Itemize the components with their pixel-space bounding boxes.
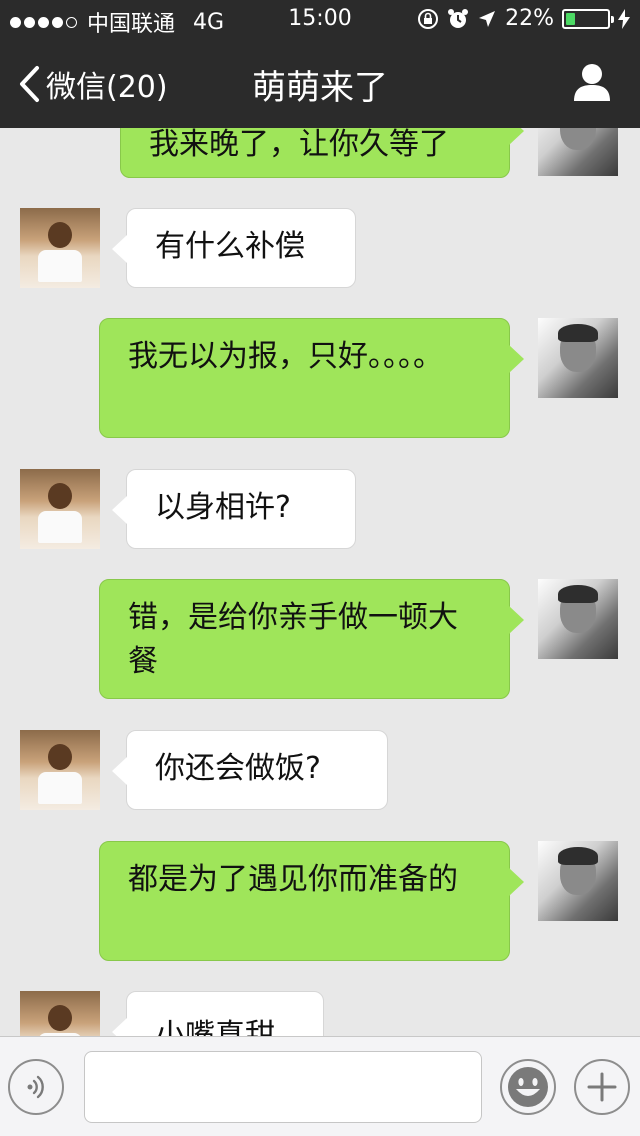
voice-icon xyxy=(27,1075,44,1099)
message-text: 我来晚了，让你久等了 xyxy=(149,128,449,162)
my-message-bubble[interactable]: 错，是给你亲手做一顿大餐 xyxy=(99,579,524,699)
friend-message-bubble[interactable]: 有什么补偿 xyxy=(112,208,356,288)
chat-title: 萌萌来了 xyxy=(252,68,388,108)
emoji-button[interactable] xyxy=(500,1059,556,1115)
message-text: 有什么补偿 xyxy=(155,229,305,264)
status-bar: 中国联通 4G 15:00 22% xyxy=(0,0,640,40)
plus-icon xyxy=(587,1072,617,1102)
my-message-bubble[interactable]: 都是为了遇见你而准备的 xyxy=(99,841,524,961)
friend-avatar[interactable] xyxy=(20,730,100,810)
battery-percent: 22% xyxy=(505,6,554,31)
friend-avatar[interactable] xyxy=(20,469,100,549)
friend-avatar[interactable] xyxy=(20,208,100,288)
profile-button[interactable] xyxy=(572,62,612,106)
orientation-lock-icon xyxy=(418,8,439,29)
friend-message-bubble[interactable]: 你还会做饭? xyxy=(112,730,388,810)
friend-message-bubble[interactable]: 以身相许? xyxy=(112,469,356,549)
message-input[interactable] xyxy=(84,1051,482,1123)
my-avatar[interactable] xyxy=(538,579,618,659)
my-message-bubble[interactable]: 我无以为报，只好。。。。 xyxy=(99,318,524,438)
status-right: 22% xyxy=(417,6,630,31)
message-text: 都是为了遇见你而准备的 xyxy=(128,862,458,897)
battery-icon xyxy=(562,8,614,29)
my-avatar[interactable] xyxy=(538,128,618,176)
friend-message-bubble[interactable]: 小嘴真甜 xyxy=(112,991,324,1036)
voice-button[interactable] xyxy=(8,1059,64,1115)
my-avatar[interactable] xyxy=(538,841,618,921)
friend-avatar[interactable] xyxy=(20,991,100,1036)
my-avatar[interactable] xyxy=(538,318,618,398)
message-text: 错，是给你亲手做一顿大餐 xyxy=(128,600,458,679)
input-bar xyxy=(0,1036,640,1136)
message-text: 以身相许? xyxy=(155,490,291,525)
message-text: 你还会做饭? xyxy=(155,751,321,786)
location-arrow-icon xyxy=(479,10,496,27)
chat-area[interactable]: 我来晚了，让你久等了 有什么补偿 我无以为报，只好。。。。 以身相许? 错，是给… xyxy=(0,128,640,1036)
nav-bar: 微信(20) 萌萌来了 xyxy=(0,40,640,128)
message-text: 小嘴真甜 xyxy=(155,1018,275,1036)
smiley-icon xyxy=(508,1067,548,1107)
my-message-bubble[interactable]: 我来晚了，让你久等了 xyxy=(120,128,524,178)
person-icon xyxy=(574,64,610,101)
charging-bolt-icon xyxy=(618,8,630,29)
alarm-icon xyxy=(448,8,469,28)
message-text: 我无以为报，只好。。。。 xyxy=(128,339,443,374)
battery-fill xyxy=(566,12,575,25)
more-button[interactable] xyxy=(574,1059,630,1115)
